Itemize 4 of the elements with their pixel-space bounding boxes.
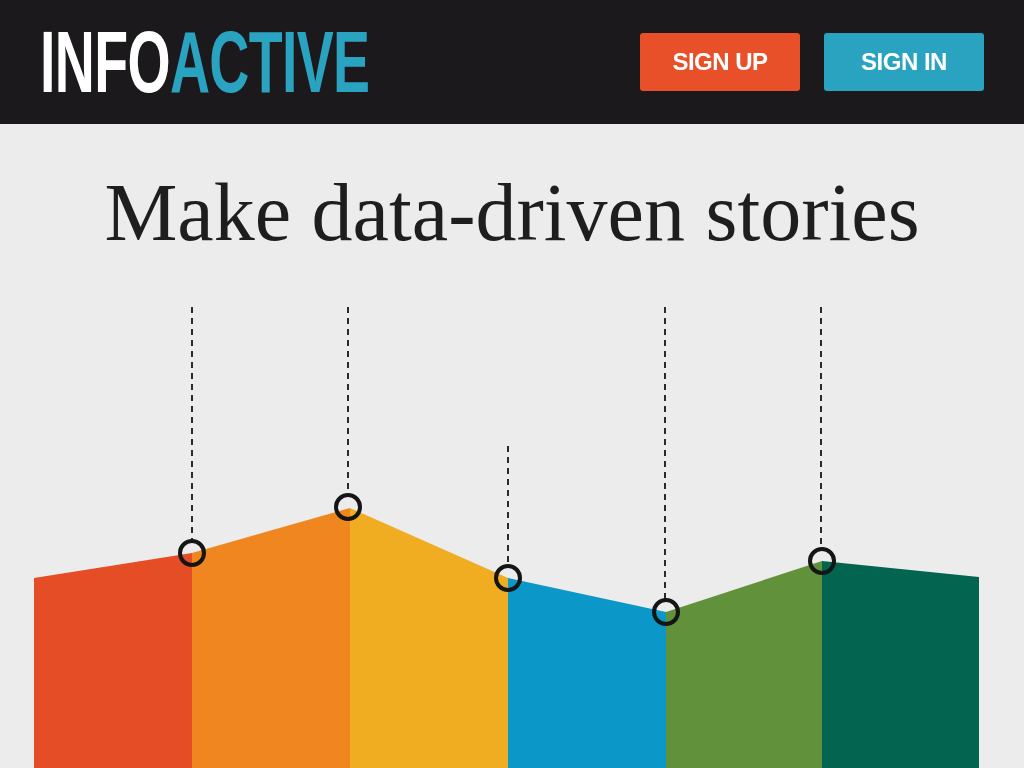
logo-wordmark: INFOACTIVE — [40, 22, 370, 102]
sign-up-button[interactable]: SIGN UP — [640, 33, 800, 91]
hero-headline: Make data-driven stories — [104, 168, 920, 258]
sign-in-button[interactable]: SIGN IN — [824, 33, 984, 91]
